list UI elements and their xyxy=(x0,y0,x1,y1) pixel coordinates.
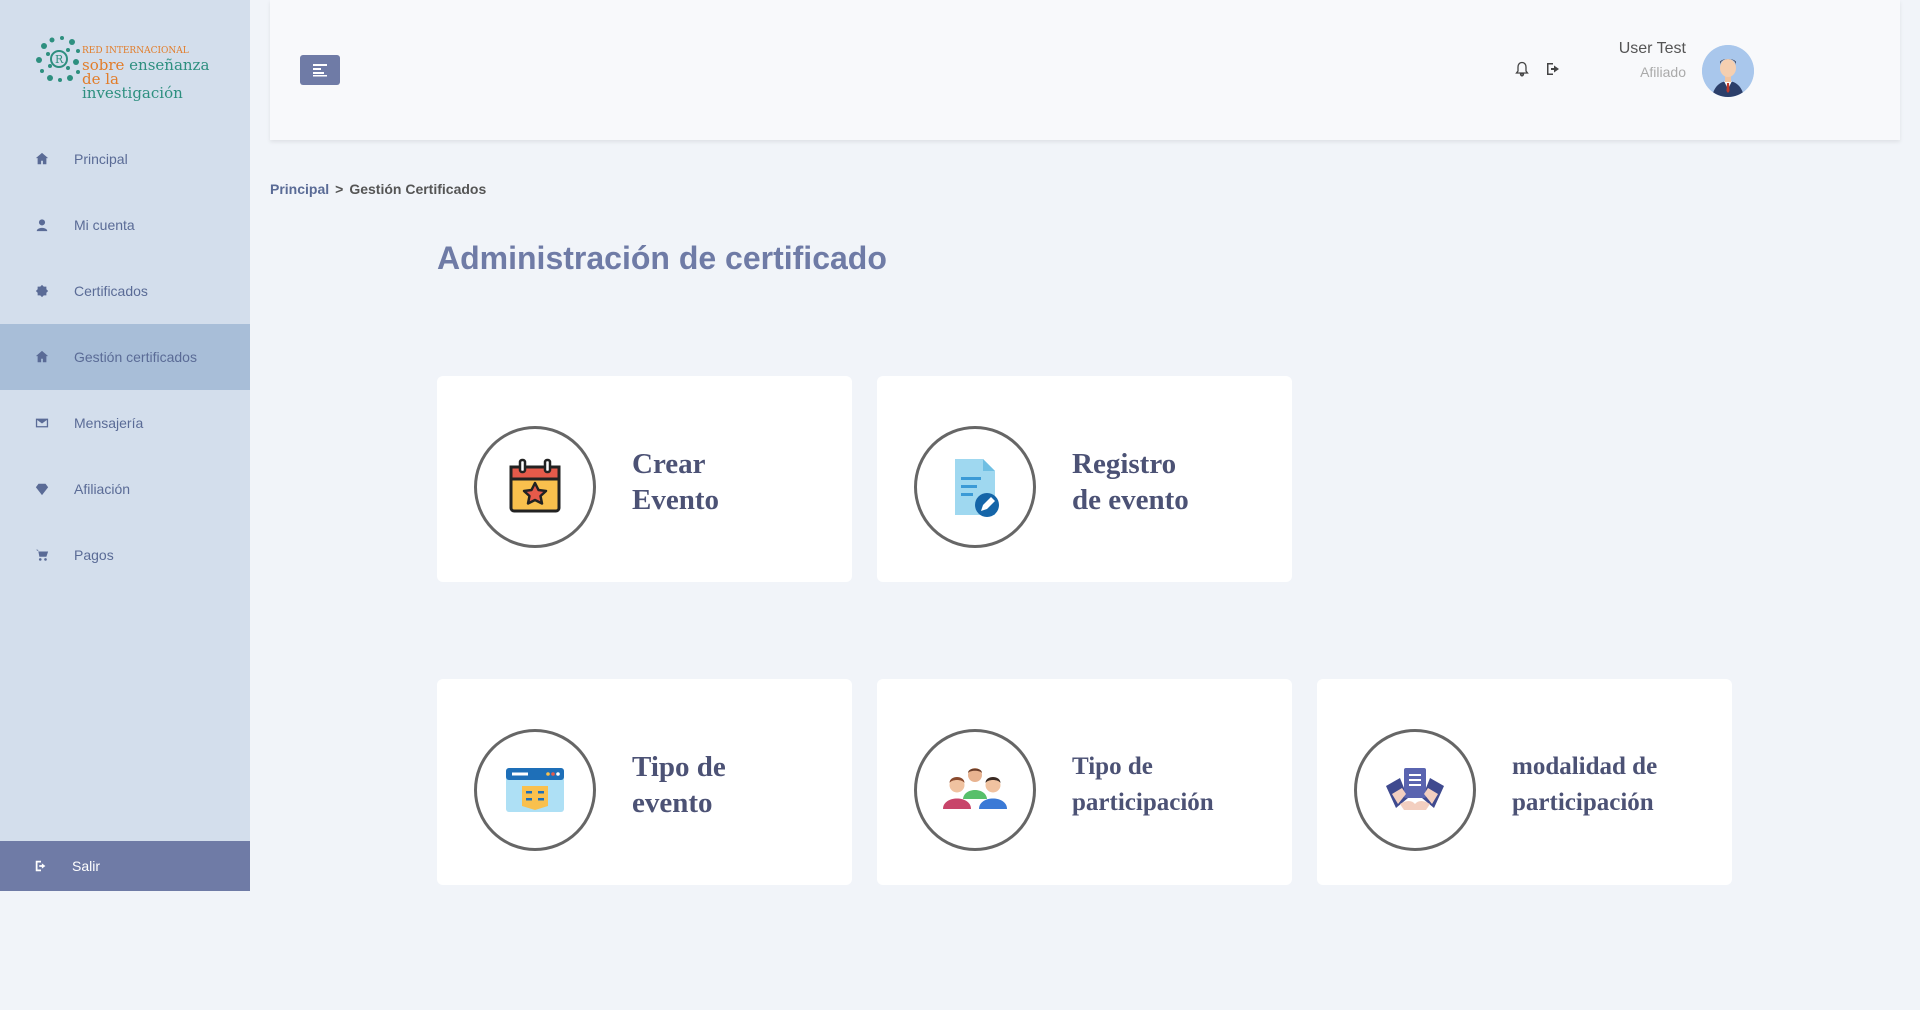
sidebar-item-mensajeria[interactable]: Mensajería xyxy=(0,390,250,456)
sidebar-item-label: Pagos xyxy=(74,547,114,563)
envelope-icon xyxy=(34,415,50,431)
bell-icon xyxy=(1515,61,1529,77)
card-tipo-participacion[interactable]: Tipo de participación xyxy=(877,679,1292,885)
sidebar-nav: Principal Mi cuenta Certificados Gestión… xyxy=(0,126,250,588)
card-label: modalidad de participación xyxy=(1512,753,1658,816)
browser-window-icon xyxy=(506,768,564,812)
certificate-icon xyxy=(34,283,50,299)
calendar-star-icon xyxy=(509,458,561,513)
user-avatar-icon xyxy=(1702,45,1754,97)
sidebar-item-label: Mi cuenta xyxy=(74,217,135,233)
sidebar-item-label: Principal xyxy=(74,151,128,167)
svg-text:R: R xyxy=(55,53,64,66)
sidebar-item-mi-cuenta[interactable]: Mi cuenta xyxy=(0,192,250,258)
user-icon xyxy=(34,217,50,233)
breadcrumb: Principal > Gestión Certificados xyxy=(270,181,486,197)
sign-out-icon xyxy=(1547,63,1559,75)
logo-mark-icon: R xyxy=(36,36,80,82)
breadcrumb-home-link[interactable]: Principal xyxy=(270,181,329,197)
user-role: Afiliado xyxy=(1640,64,1686,80)
card-icon-circle xyxy=(1354,729,1476,851)
card-label: Crear Evento xyxy=(632,448,719,516)
card-label: Tipo de evento xyxy=(632,751,726,819)
card-registro-evento[interactable]: Registro de evento xyxy=(877,376,1292,582)
card-icon-circle xyxy=(474,426,596,548)
sidebar-item-gestion-certificados[interactable]: Gestión certificados xyxy=(0,324,250,390)
sidebar-item-label: Gestión certificados xyxy=(74,349,197,365)
user-name: User Test xyxy=(1618,40,1686,57)
diamond-icon xyxy=(34,481,50,497)
home-icon xyxy=(34,151,50,167)
sidebar-item-label: Certificados xyxy=(74,283,148,299)
menu-toggle-button[interactable] xyxy=(300,55,340,85)
home-icon xyxy=(34,349,50,365)
header-logout-button[interactable] xyxy=(1544,60,1562,78)
logo[interactable]: R RED INTERNACIONAL sobre enseñanza de l… xyxy=(34,32,224,101)
sidebar-item-principal[interactable]: Principal xyxy=(0,126,250,192)
card-crear-evento[interactable]: Crear Evento xyxy=(437,376,852,582)
sidebar-item-certificados[interactable]: Certificados xyxy=(0,258,250,324)
card-tipo-evento[interactable]: Tipo de evento xyxy=(437,679,852,885)
avatar[interactable] xyxy=(1702,45,1754,97)
page-title: Administración de certificado xyxy=(437,240,887,276)
sidebar-item-afiliacion[interactable]: Afiliación xyxy=(0,456,250,522)
sidebar: R RED INTERNACIONAL sobre enseñanza de l… xyxy=(0,0,250,891)
sidebar-item-pagos[interactable]: Pagos xyxy=(0,522,250,588)
logout-button[interactable]: Salir xyxy=(0,841,250,891)
notification-bell-button[interactable] xyxy=(1513,60,1531,78)
card-icon-circle xyxy=(914,729,1036,851)
sign-out-icon xyxy=(35,860,46,872)
group-people-icon xyxy=(943,768,1007,809)
card-icon-circle xyxy=(914,426,1036,548)
document-edit-icon xyxy=(955,459,999,517)
breadcrumb-separator: > xyxy=(335,181,344,197)
logo-line2b: enseñanza xyxy=(129,56,210,74)
card-icon-circle xyxy=(474,729,596,851)
card-label: Registro de evento xyxy=(1072,448,1189,516)
hands-document-icon xyxy=(1386,768,1444,810)
logo-line3b: investigación xyxy=(82,84,183,102)
cart-icon xyxy=(34,547,50,563)
menu-lines-icon xyxy=(313,64,327,77)
top-header: User Test Afiliado xyxy=(270,0,1900,140)
sidebar-item-label: Mensajería xyxy=(74,415,144,431)
sidebar-item-label: Afiliación xyxy=(74,481,131,497)
logout-label: Salir xyxy=(72,858,101,874)
card-label: Tipo de participación xyxy=(1072,753,1214,816)
card-modalidad-participacion[interactable]: modalidad de participación xyxy=(1317,679,1732,885)
breadcrumb-current: Gestión Certificados xyxy=(349,181,487,197)
